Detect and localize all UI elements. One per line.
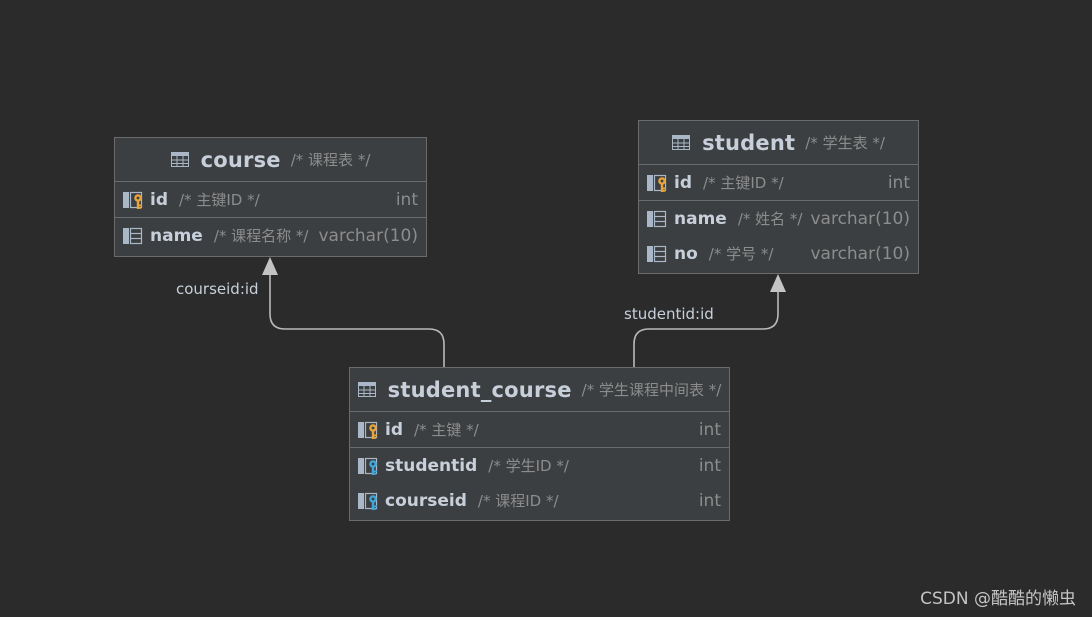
arrowhead-to-course (262, 257, 278, 275)
foreign-key-column-icon (357, 491, 381, 511)
column-name: name (150, 225, 203, 246)
table-student[interactable]: student /* 学生表 */ id /* 主键ID */ int name… (638, 120, 919, 274)
relation-label-studentid: studentid:id (624, 305, 714, 323)
column-comment: /* 主键ID */ (179, 191, 260, 209)
column-comment: /* 课程名称 */ (213, 227, 309, 245)
column-type: varchar(10) (318, 225, 418, 246)
relation-line-studentid[interactable] (633, 290, 779, 368)
arrowhead-to-student (770, 274, 786, 292)
column-type: int (698, 455, 721, 476)
column-name: studentid (385, 455, 478, 476)
column-comment: /* 主键ID */ (703, 174, 784, 192)
table-icon (171, 152, 189, 167)
column-comment: /* 学号 */ (708, 245, 774, 263)
table-name: student_course (387, 377, 572, 402)
table-header[interactable]: student /* 学生表 */ (639, 121, 918, 165)
column-name: name (674, 208, 727, 229)
relation-label-courseid: courseid:id (176, 280, 259, 298)
column-row-studentid[interactable]: studentid /* 学生ID */ int (350, 448, 729, 483)
table-course[interactable]: course /* 课程表 */ id /* 主键ID */ int name … (114, 137, 427, 257)
table-name: student (702, 130, 796, 155)
column-name: id (674, 172, 692, 193)
column-type: int (395, 189, 418, 210)
column-icon (122, 226, 146, 246)
column-comment: /* 姓名 */ (737, 210, 803, 228)
column-type: int (698, 490, 721, 511)
relation-line-courseid[interactable] (269, 272, 445, 368)
table-comment: /* 课程表 */ (290, 151, 371, 169)
column-comment: /* 主键 */ (414, 421, 479, 439)
table-header[interactable]: course /* 课程表 */ (115, 138, 426, 182)
table-icon (672, 135, 690, 150)
table-header[interactable]: student_course /* 学生课程中间表 */ (350, 368, 729, 412)
primary-key-column-icon (122, 190, 146, 210)
column-type: int (698, 419, 721, 440)
column-row-no[interactable]: no /* 学号 */ varchar(10) (639, 236, 918, 271)
watermark: CSDN @酷酷的懒虫 (920, 589, 1076, 609)
column-name: id (385, 419, 403, 440)
column-type: varchar(10) (810, 208, 910, 229)
column-icon (646, 209, 670, 229)
primary-key-column-icon (646, 173, 670, 193)
relation-connectors (262, 257, 786, 368)
table-student-course[interactable]: student_course /* 学生课程中间表 */ id /* 主键 */… (349, 367, 730, 521)
column-name: no (674, 243, 698, 264)
column-comment: /* 课程ID */ (477, 492, 559, 510)
column-name: courseid (385, 490, 467, 511)
table-comment: /* 学生表 */ (805, 134, 885, 152)
column-comment: /* 学生ID */ (488, 457, 569, 475)
column-row-id[interactable]: id /* 主键ID */ int (639, 165, 918, 201)
column-row-id[interactable]: id /* 主键 */ int (350, 412, 729, 448)
column-type: int (887, 172, 910, 193)
table-name: course (200, 147, 281, 172)
column-row-name[interactable]: name /* 课程名称 */ varchar(10) (115, 218, 426, 253)
column-name: id (150, 189, 168, 210)
column-icon (646, 244, 670, 264)
column-row-courseid[interactable]: courseid /* 课程ID */ int (350, 483, 729, 518)
table-icon (358, 382, 376, 397)
foreign-key-column-icon (357, 456, 381, 476)
column-row-name[interactable]: name /* 姓名 */ varchar(10) (639, 201, 918, 236)
column-row-id[interactable]: id /* 主键ID */ int (115, 182, 426, 218)
primary-key-column-icon (357, 420, 381, 440)
column-type: varchar(10) (810, 243, 910, 264)
table-comment: /* 学生课程中间表 */ (581, 381, 722, 399)
